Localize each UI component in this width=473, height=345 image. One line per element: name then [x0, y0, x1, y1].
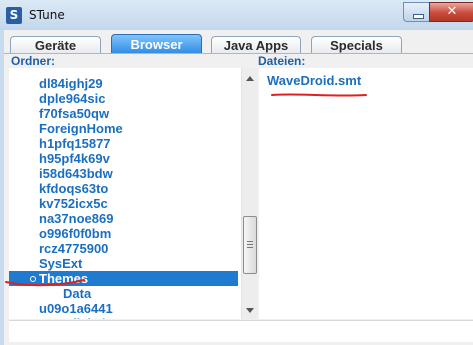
tab-specials[interactable]: Specials [311, 36, 402, 54]
folder-item[interactable]: o996f0f0bm [9, 226, 238, 241]
folder-tree[interactable]: dl84ighj29 dple964sic f70fsa50qw ForeignHom… [9, 68, 257, 319]
minimize-icon [413, 14, 424, 19]
status-bar [9, 320, 473, 342]
folder-item-label: na37noe869 [39, 211, 114, 226]
file-list[interactable]: WaveDroid.smt [259, 68, 473, 319]
minimize-button[interactable] [403, 2, 430, 22]
scroll-up-icon[interactable] [246, 76, 254, 81]
folder-item-label: u09o1a6441 [39, 301, 113, 316]
folder-item-label: dl84ighj29 [39, 76, 103, 91]
folder-item[interactable]: dple964sic [9, 91, 238, 106]
folder-item-label: h1pfq15877 [39, 136, 111, 151]
folder-item[interactable]: h1pfq15877 [9, 136, 238, 151]
folder-item-label: SysExt [39, 256, 83, 271]
close-icon: ✕ [446, 4, 458, 19]
close-button[interactable]: ✕ [429, 2, 473, 22]
folder-item[interactable]: i58d643bdw [9, 166, 238, 181]
files-label: Dateien: [258, 54, 306, 68]
folder-item-label: o996f0f0bm [39, 226, 112, 241]
folder-item-label: h95pf4k69v [39, 151, 110, 166]
folder-item-label: f70fsa50qw [39, 106, 110, 121]
folder-item[interactable]: kfdoqs63to [9, 181, 238, 196]
folder-item[interactable]: dl84ighj29 [9, 76, 238, 91]
folder-item-label: kfdoqs63to [39, 181, 109, 196]
folder-item-selected[interactable]: Themes [9, 271, 238, 286]
folder-item[interactable]: h95pf4k69v [9, 151, 238, 166]
folder-item-label: kv752icx5c [39, 196, 108, 211]
grip-line [247, 241, 253, 242]
folder-item[interactable]: u09o1a6441 [9, 301, 238, 316]
window-title: STune [29, 8, 65, 22]
tab-divider [4, 53, 473, 54]
grip-line [247, 244, 253, 245]
scroll-down-icon[interactable] [246, 308, 254, 313]
folders-label: Ordner: [11, 54, 56, 68]
folder-scrollbar[interactable] [241, 68, 257, 319]
folder-item[interactable]: na37noe869 [9, 211, 238, 226]
grip-line [247, 247, 253, 248]
client-area: Geräte Browser Java Apps Specials Ordner… [4, 30, 473, 345]
tab-geraete[interactable]: Geräte [10, 36, 101, 54]
folder-item[interactable]: SysExt [9, 256, 238, 271]
folder-item-label: dple964sic [39, 91, 106, 106]
file-item[interactable]: WaveDroid.smt [267, 73, 361, 88]
folder-item[interactable]: Data [9, 286, 238, 301]
title-bar: S STune ✕ [0, 0, 473, 30]
folder-item-label: Data [63, 286, 92, 301]
folder-item-label: Themes [39, 271, 89, 286]
folder-item[interactable]: f70fsa50qw [9, 106, 238, 121]
expanded-bullet-icon [30, 276, 36, 282]
folder-item-label: rcz4775900 [39, 241, 109, 256]
folder-item-label: ForeignHome [39, 121, 123, 136]
scroll-thumb[interactable] [243, 216, 257, 274]
folder-item[interactable]: rcz4775900 [9, 241, 238, 256]
folder-item-label: i58d643bdw [39, 166, 113, 181]
tab-java-apps[interactable]: Java Apps [211, 36, 301, 54]
folder-item[interactable]: ForeignHome [9, 121, 238, 136]
app-icon: S [6, 7, 22, 24]
folder-item-label: um2cli6k6i [39, 316, 106, 319]
folder-item[interactable]: kv752icx5c [9, 196, 238, 211]
tab-browser[interactable]: Browser [111, 34, 202, 54]
folder-item[interactable]: um2cli6k6i [9, 316, 238, 319]
